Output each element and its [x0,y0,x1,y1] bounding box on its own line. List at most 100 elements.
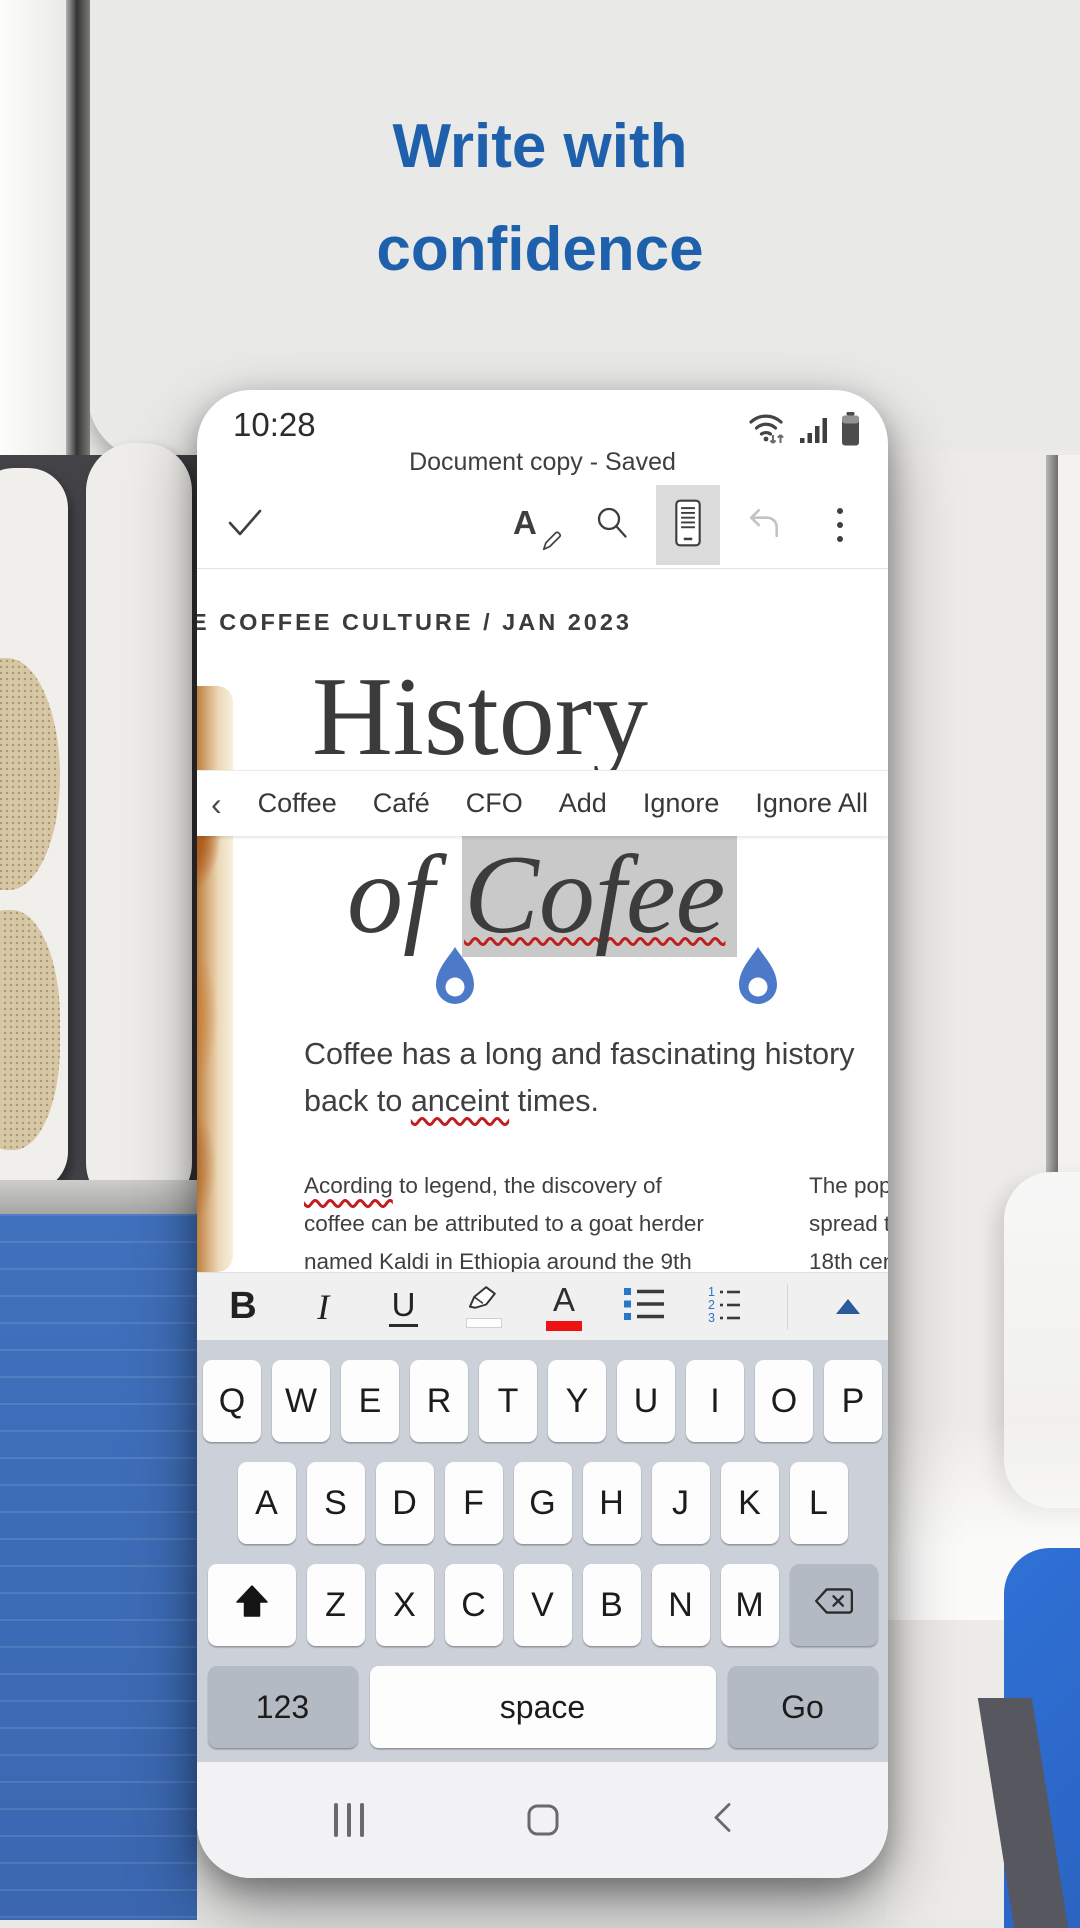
home-button[interactable] [527,1805,558,1836]
document-column-left: Acording to legend, the discovery of cof… [304,1167,704,1272]
body-line1: Coffee has a long and fascinating histor… [304,1031,855,1078]
col-right-line2: spread through [809,1205,888,1243]
background-right-key-gap [1046,455,1058,1183]
suggestion-ignore[interactable]: Ignore [643,788,720,819]
undo-button[interactable] [732,485,796,565]
font-color-swatch [546,1321,582,1331]
key-g[interactable]: G [514,1462,572,1544]
sand-texture [0,910,60,1150]
collapse-toolbar-button[interactable] [828,1299,868,1314]
col-right-line1: The popularity [809,1167,888,1205]
key-t[interactable]: T [479,1360,537,1442]
bold-button[interactable]: B [223,1285,263,1328]
editor-toolbar: A [197,482,888,568]
mobile-view-button[interactable] [656,485,720,565]
background-white-key [86,443,192,1211]
key-x[interactable]: X [376,1564,434,1646]
battery-icon [841,412,860,451]
done-button[interactable] [217,482,273,568]
key-u[interactable]: U [617,1360,675,1442]
key-q[interactable]: Q [203,1360,261,1442]
format-toolbar: B I U A [197,1272,888,1340]
key-d[interactable]: D [376,1462,434,1544]
underline-button[interactable]: U [384,1286,424,1327]
italic-button[interactable]: I [303,1286,343,1328]
background-blue-surface [0,1214,197,1920]
status-icons [747,410,860,451]
bullet-list-button[interactable] [624,1286,666,1327]
document-heading-line1: History [312,653,648,782]
symbols-key[interactable]: 123 [208,1666,358,1748]
key-w[interactable]: W [272,1360,330,1442]
numbered-list-button[interactable]: 1 2 3 [707,1284,747,1329]
key-c[interactable]: C [445,1564,503,1646]
font-format-icon: A [513,500,559,550]
key-v[interactable]: V [514,1564,572,1646]
selection-handle-start[interactable] [434,947,476,1011]
highlight-color-swatch [466,1318,502,1328]
font-color-button[interactable]: A [544,1282,584,1330]
backspace-icon [813,1586,855,1625]
suggestion-coffee[interactable]: Coffee [258,788,337,819]
collapse-arrow-icon [836,1299,860,1314]
col-left-line3: named Kaldi in Ethiopia around the 9th [304,1243,704,1272]
misspelled-word[interactable]: anceint [411,1084,509,1118]
key-m[interactable]: M [721,1564,779,1646]
back-button[interactable] [710,1801,734,1840]
body-line2: back to anceint times. [304,1078,855,1125]
key-i[interactable]: I [686,1360,744,1442]
heading-prefix: of [347,833,462,957]
suggestion-add[interactable]: Add [559,788,607,819]
search-button[interactable] [580,485,644,565]
document-heading-line2: of Cofee [347,831,737,960]
font-color-icon: A [553,1282,575,1318]
key-o[interactable]: O [755,1360,813,1442]
format-toolbar-divider [787,1284,788,1330]
selected-misspelled-word[interactable]: Cofee [462,833,737,957]
key-f[interactable]: F [445,1462,503,1544]
wifi-icon [747,410,789,451]
key-y[interactable]: Y [548,1360,606,1442]
key-n[interactable]: N [652,1564,710,1646]
key-s[interactable]: S [307,1462,365,1544]
backspace-key[interactable] [790,1564,878,1646]
document-column-right: The popularity spread through 18th centu… [809,1167,888,1272]
space-key[interactable]: space [370,1666,716,1748]
suggestion-cafe[interactable]: Café [373,788,430,819]
mobile-view-icon [671,498,705,553]
key-k[interactable]: K [721,1462,779,1544]
key-p[interactable]: P [824,1360,882,1442]
recents-button[interactable] [334,1803,364,1837]
shift-key[interactable] [208,1564,296,1646]
key-r[interactable]: R [410,1360,468,1442]
go-key[interactable]: Go [728,1666,878,1748]
document-canvas[interactable]: E COFFEE CULTURE / JAN 2023 History of C… [197,569,888,1272]
col-right-line3: 18th centuries [809,1243,888,1272]
suggestion-cfo[interactable]: CFO [466,788,523,819]
key-j[interactable]: J [652,1462,710,1544]
key-b[interactable]: B [583,1564,641,1646]
key-z[interactable]: Z [307,1564,365,1646]
key-h[interactable]: H [583,1462,641,1544]
svg-text:1: 1 [708,1285,715,1299]
search-icon [594,505,630,546]
key-a[interactable]: A [238,1462,296,1544]
check-icon [226,507,264,544]
misspelled-word[interactable]: Acording [304,1173,393,1198]
hero-title-line2: confidence [0,198,1080,301]
font-format-button[interactable]: A [504,485,568,565]
more-options-button[interactable] [808,485,872,565]
col-left-line2: coffee can be attributed to a goat herde… [304,1205,704,1243]
numbered-list-icon: 1 2 3 [707,1284,747,1329]
selection-handle-end[interactable] [737,947,779,1011]
suggestions-back-chevron-icon[interactable]: ‹ [211,788,222,820]
suggestion-ignore-all[interactable]: Ignore All [755,788,868,819]
highlight-button[interactable] [464,1285,504,1328]
background-right-key-edge [1058,455,1080,1183]
document-kicker: E COFFEE CULTURE / JAN 2023 [197,609,632,636]
key-e[interactable]: E [341,1360,399,1442]
status-time: 10:28 [233,406,316,444]
key-l[interactable]: L [790,1462,848,1544]
phone-screen: 10:28 [197,390,888,1878]
italic-icon: I [317,1286,329,1328]
